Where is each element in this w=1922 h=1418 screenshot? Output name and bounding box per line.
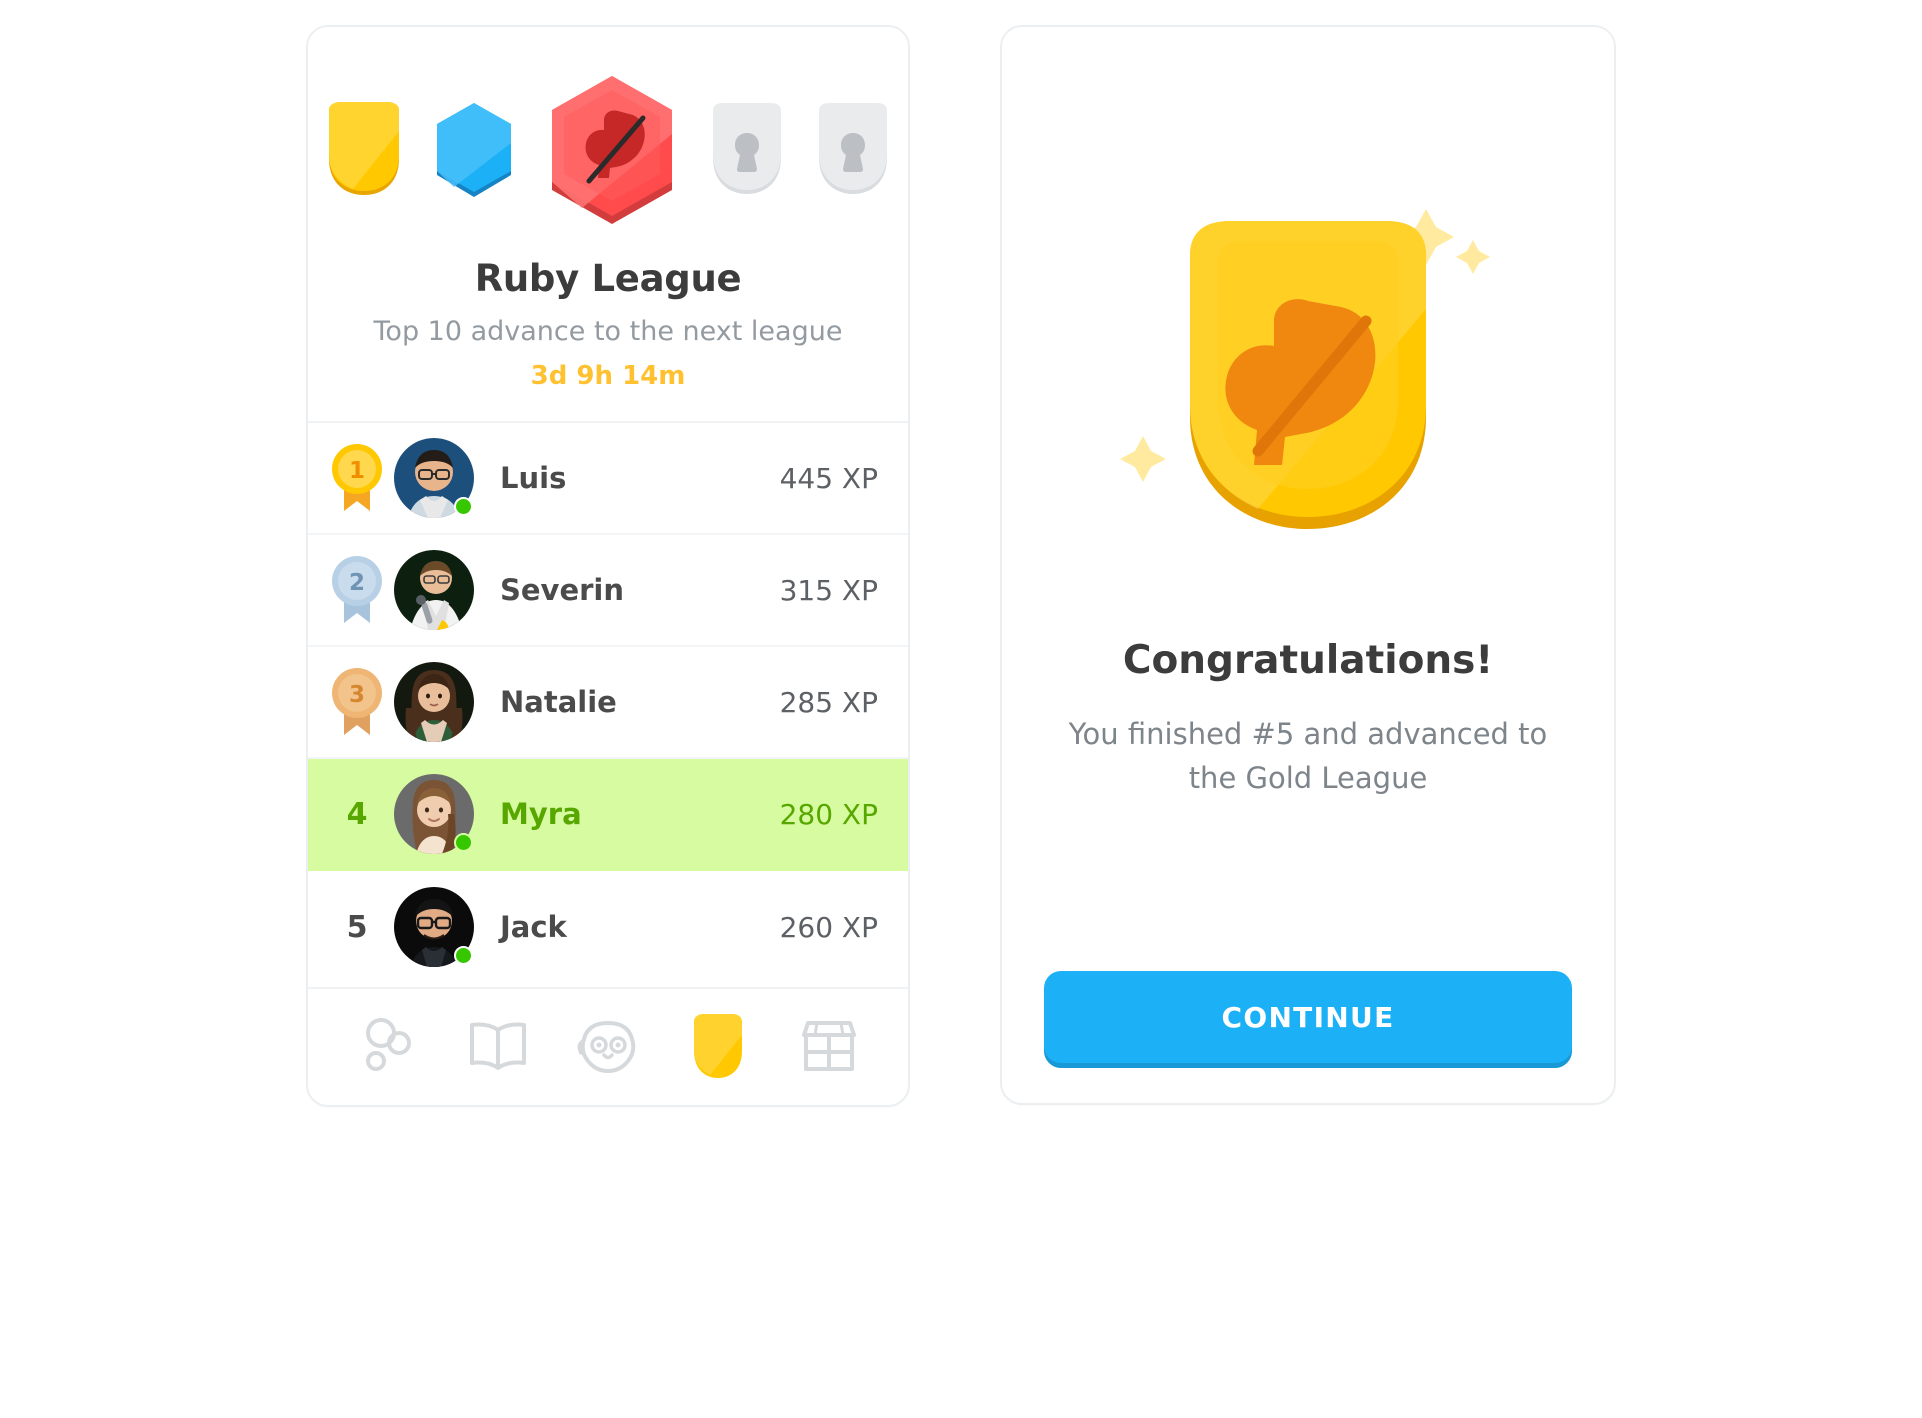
player-name: Jack bbox=[500, 910, 567, 944]
nav-item-shop[interactable] bbox=[783, 1007, 875, 1087]
ruby-feather-icon bbox=[552, 76, 672, 224]
avatar[interactable] bbox=[394, 438, 474, 518]
gold-shield-badge[interactable] bbox=[323, 101, 405, 201]
owl-mascot-icon bbox=[577, 1020, 636, 1074]
bottom-navigation-bar bbox=[308, 987, 908, 1105]
avatar[interactable] bbox=[394, 662, 474, 742]
player-xp: 445 XP bbox=[779, 461, 878, 495]
online-status-dot bbox=[454, 833, 473, 852]
avatar[interactable] bbox=[394, 550, 474, 630]
rank-cell: 1 bbox=[320, 441, 394, 515]
nav-item-friends[interactable] bbox=[341, 1007, 433, 1087]
gold-medal-ribbon-icon: 1 bbox=[332, 444, 382, 511]
rank-cell: 4 bbox=[320, 797, 394, 832]
table-row[interactable]: 5 Jack 260 XP bbox=[308, 871, 908, 983]
league-leaderboard-card: Ruby League Top 10 advance to the next l… bbox=[306, 25, 910, 1107]
silver-medal-ribbon-icon: 2 bbox=[332, 556, 382, 623]
congratulations-body: Congratulations! You finished #5 and adv… bbox=[1044, 63, 1572, 971]
gold-feather-shield-badge bbox=[1093, 194, 1523, 594]
congratulations-card: Congratulations! You finished #5 and adv… bbox=[1000, 25, 1616, 1105]
ruby-hexagon-badge[interactable] bbox=[543, 68, 681, 234]
table-row[interactable]: 2 Severin 315 XP bbox=[308, 535, 908, 647]
gold-shield-icon bbox=[329, 102, 399, 195]
friends-icon bbox=[366, 1018, 412, 1071]
table-row-current-user[interactable]: 4 Myra 280 XP bbox=[308, 759, 908, 871]
avatar-photo-natalie bbox=[394, 662, 474, 742]
league-badge-strip bbox=[308, 71, 908, 231]
svg-text:3: 3 bbox=[349, 682, 365, 708]
leaderboard-list: 1 Luis 445 XP 2 Severin 315 XP 3 Natalie… bbox=[308, 423, 908, 987]
table-row[interactable]: 3 Natalie 285 XP bbox=[308, 647, 908, 759]
shop-icon bbox=[801, 1021, 856, 1071]
online-status-dot bbox=[454, 946, 473, 965]
gold-feather-shield-icon bbox=[1120, 209, 1490, 529]
locked-badge-2[interactable] bbox=[813, 102, 893, 200]
screen: Ruby League Top 10 advance to the next l… bbox=[0, 0, 1922, 1418]
svg-text:1: 1 bbox=[349, 458, 365, 484]
table-row[interactable]: 1 Luis 445 XP bbox=[308, 423, 908, 535]
player-name: Myra bbox=[500, 797, 582, 831]
locked-badge-1[interactable] bbox=[707, 102, 787, 200]
sapphire-hexagon-badge[interactable] bbox=[431, 99, 517, 203]
league-header: Ruby League Top 10 advance to the next l… bbox=[308, 27, 908, 423]
nav-item-learn[interactable] bbox=[452, 1007, 544, 1087]
player-xp: 260 XP bbox=[779, 910, 878, 944]
player-xp: 285 XP bbox=[779, 685, 878, 719]
congrats-message: You finished #5 and advanced to the Gold… bbox=[1068, 717, 1548, 795]
rank-cell: 5 bbox=[320, 910, 394, 945]
avatar-image bbox=[394, 662, 474, 742]
player-name: Natalie bbox=[500, 685, 617, 719]
avatar[interactable] bbox=[394, 774, 474, 854]
player-name: Severin bbox=[500, 573, 625, 607]
svg-text:2: 2 bbox=[349, 570, 365, 596]
rank-number: 4 bbox=[346, 796, 368, 832]
page-title: Congratulations! bbox=[1122, 638, 1494, 683]
player-xp: 315 XP bbox=[779, 573, 878, 607]
league-title: Ruby League bbox=[474, 257, 742, 300]
continue-button[interactable]: CONTINUE bbox=[1044, 971, 1572, 1063]
lock-shield-icon bbox=[713, 103, 781, 194]
rank-number: 5 bbox=[346, 909, 368, 945]
league-timer: 3d 9h 14m bbox=[530, 361, 686, 391]
shield-league-icon bbox=[694, 1014, 743, 1078]
player-name: Luis bbox=[500, 461, 567, 495]
lock-shield-icon bbox=[819, 103, 887, 194]
avatar-photo-severin bbox=[394, 550, 474, 630]
nav-item-leagues[interactable] bbox=[672, 1007, 764, 1087]
book-icon bbox=[469, 1022, 526, 1070]
rank-cell: 2 bbox=[320, 553, 394, 627]
bronze-medal-ribbon-icon: 3 bbox=[332, 668, 382, 735]
nav-item-characters[interactable] bbox=[562, 1007, 654, 1087]
league-subtitle: Top 10 advance to the next league bbox=[373, 316, 843, 347]
sapphire-hexagon-icon bbox=[437, 103, 511, 197]
avatar[interactable] bbox=[394, 887, 474, 967]
player-xp: 280 XP bbox=[779, 797, 878, 831]
avatar-image bbox=[394, 550, 474, 630]
online-status-dot bbox=[454, 497, 473, 516]
rank-cell: 3 bbox=[320, 665, 394, 739]
